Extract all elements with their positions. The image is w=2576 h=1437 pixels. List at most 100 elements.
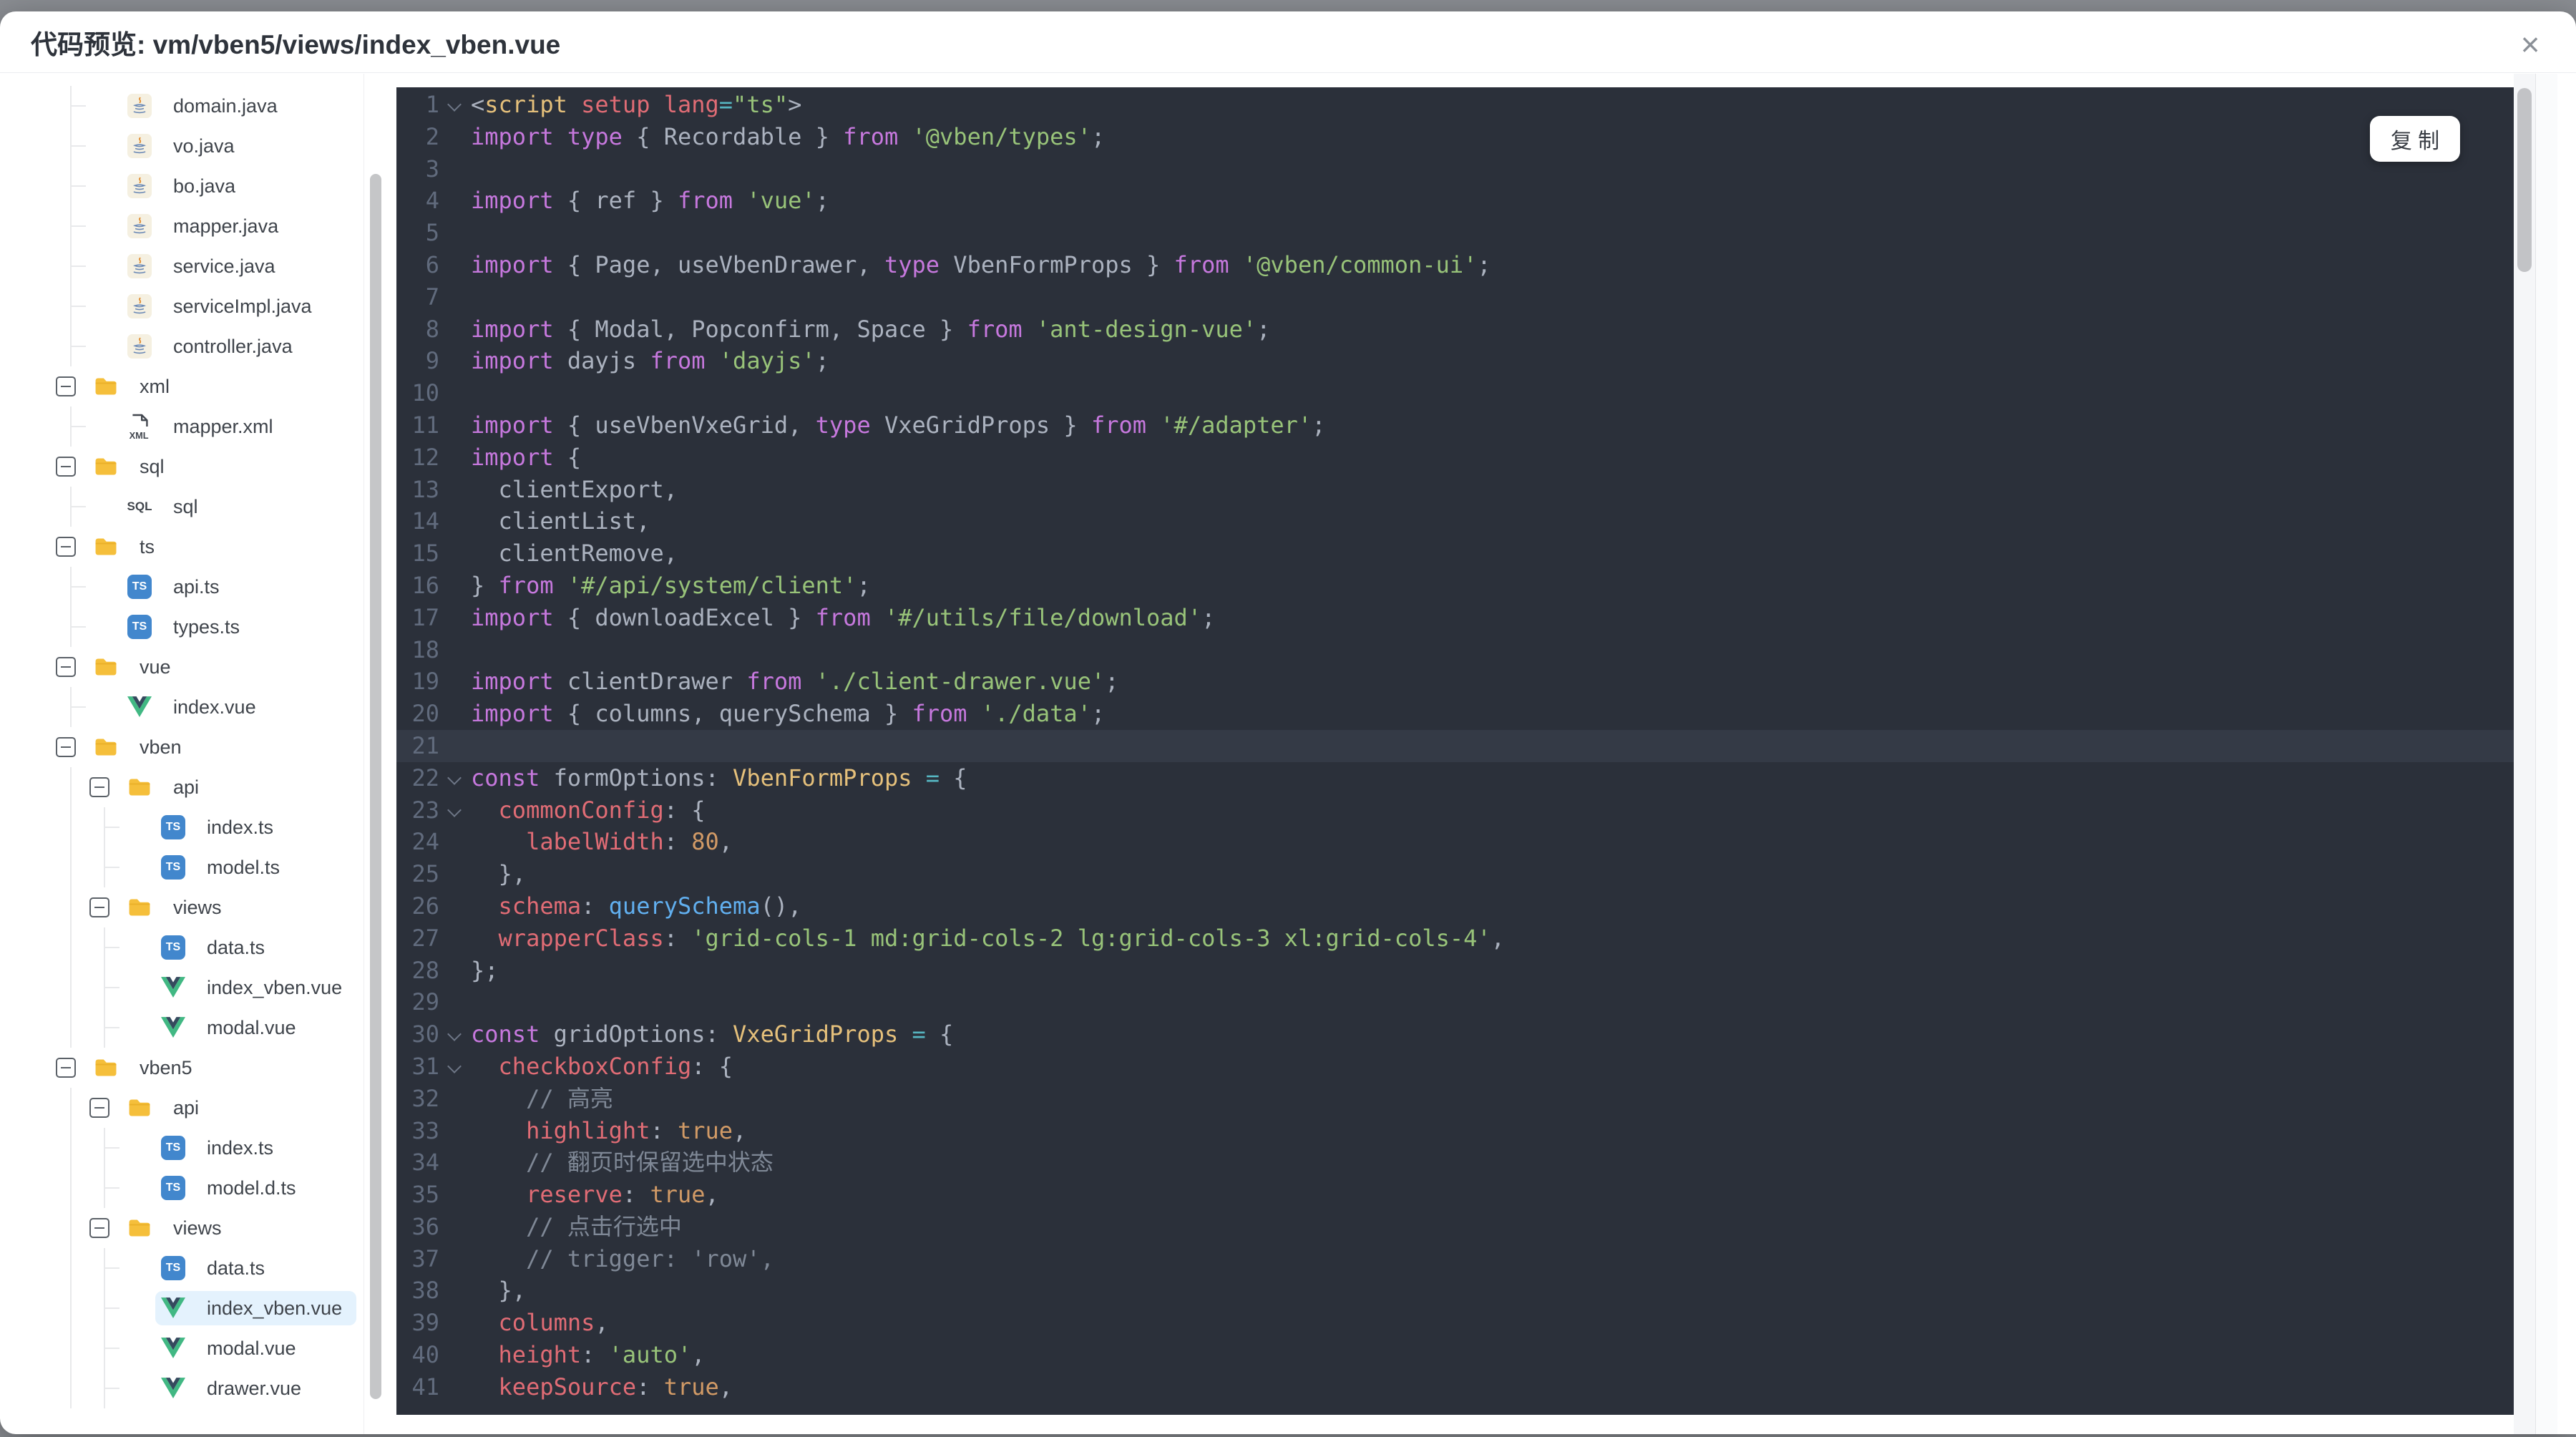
copy-button[interactable]: 复 制	[2370, 116, 2460, 162]
tree-item-index_vben.vue[interactable]: index_vben.vue	[0, 1288, 386, 1328]
line-number: 19	[411, 668, 439, 696]
fold-toggle-icon[interactable]	[439, 1051, 471, 1083]
editor-scrollbar-thumb[interactable]	[2517, 88, 2532, 272]
tree-item-api[interactable]: api	[0, 1088, 386, 1128]
tree-item-index.ts[interactable]: TS index.ts	[0, 1128, 386, 1168]
tree-item-index_vben.vue[interactable]: index_vben.vue	[0, 968, 386, 1008]
tree-item-bo.java[interactable]: bo.java	[0, 166, 386, 206]
line-number: 20	[411, 700, 439, 728]
tree-item-label: index.ts	[207, 816, 274, 838]
tree-item-mapper.java[interactable]: mapper.java	[0, 206, 386, 246]
tree-item-content: ts	[88, 530, 169, 564]
tree-item-serviceImpl.java[interactable]: serviceImpl.java	[0, 286, 386, 326]
tree-guide-line	[89, 1168, 123, 1208]
code-line-8: 8 import { Modal, Popconfirm, Space } fro…	[396, 313, 2514, 346]
tree-item-views[interactable]: views	[0, 1208, 386, 1248]
tree-item-ts[interactable]: ts	[0, 527, 386, 567]
line-number: 27	[411, 924, 439, 952]
line-number: 17	[411, 603, 439, 631]
code-text: import {	[471, 443, 582, 471]
tree-item-vue[interactable]: vue	[0, 647, 386, 687]
tree-item-label: types.ts	[173, 615, 240, 638]
tree-item-content: TS data.ts	[155, 930, 279, 965]
code-text: highlight: true,	[526, 1116, 747, 1144]
collapse-toggle[interactable]	[56, 457, 76, 477]
line-number: 35	[411, 1181, 439, 1209]
collapse-toggle[interactable]	[56, 737, 76, 757]
tree-item-index.vue[interactable]: index.vue	[0, 687, 386, 727]
tree-item-controller.java[interactable]: controller.java	[0, 326, 386, 366]
code-line-4: 4 import { ref } from 'vue';	[396, 185, 2514, 217]
fold-toggle-icon[interactable]	[439, 89, 471, 121]
code-text: },	[471, 860, 527, 888]
java-file-icon	[127, 174, 152, 198]
tree-item-model.d.ts[interactable]: TS model.d.ts	[0, 1168, 386, 1208]
collapse-toggle[interactable]	[56, 376, 76, 396]
tree-item-mapper.xml[interactable]: XML mapper.xml	[0, 406, 386, 447]
code-text: commonConfig: {	[498, 796, 706, 824]
tree-scrollbar[interactable]	[364, 74, 383, 1434]
ts-file-icon: TS	[161, 1256, 185, 1280]
tree-item-model.ts[interactable]: TS model.ts	[0, 847, 386, 887]
code-text: import { columns, querySchema } from './…	[471, 700, 1106, 728]
code-text: checkboxConfig: {	[498, 1052, 733, 1080]
tree-item-api[interactable]: api	[0, 767, 386, 807]
tree-item-vo.java[interactable]: vo.java	[0, 126, 386, 166]
tree-item-data.ts[interactable]: TS data.ts	[0, 1248, 386, 1288]
tree-guide-line	[56, 1368, 89, 1408]
code-line-19: 19 import clientDrawer from './client-dra…	[396, 666, 2514, 698]
tree-item-types.ts[interactable]: TS types.ts	[0, 607, 386, 647]
close-button[interactable]: ×	[2510, 24, 2550, 64]
code-text: import type { Recordable } from '@vben/t…	[471, 122, 1106, 150]
tree-item-api.ts[interactable]: TS api.ts	[0, 567, 386, 607]
tree-item-modal.vue[interactable]: modal.vue	[0, 1008, 386, 1048]
tree-item-label: data.ts	[207, 936, 265, 958]
tree-item-sql[interactable]: sql	[0, 447, 386, 487]
code-line-7: 7	[396, 281, 2514, 313]
collapse-toggle[interactable]	[89, 897, 109, 917]
code-line-11: 11 import { useVbenVxeGrid, type VxeGridP…	[396, 409, 2514, 442]
line-number: 14	[411, 507, 439, 535]
tree-item-service.java[interactable]: service.java	[0, 246, 386, 286]
code-text: import { useVbenVxeGrid, type VxeGridPro…	[471, 411, 1326, 439]
tree-guide-line	[56, 1168, 89, 1208]
code-line-1: 1 <script setup lang="ts">	[396, 89, 2514, 121]
collapse-toggle[interactable]	[89, 1098, 109, 1118]
fold-toggle-icon[interactable]	[439, 794, 471, 827]
tree-item-domain.java[interactable]: domain.java	[0, 86, 386, 126]
fold-toggle-icon[interactable]	[439, 1018, 471, 1051]
code-text: // 高亮	[526, 1084, 613, 1112]
code-line-23: 23 commonConfig: {	[396, 794, 2514, 827]
tree-item-index.ts[interactable]: TS index.ts	[0, 807, 386, 847]
tree-item-label: drawer.vue	[207, 1377, 302, 1399]
folder-icon	[94, 655, 118, 679]
collapse-toggle[interactable]	[56, 657, 76, 677]
tree-guide-line	[56, 968, 89, 1008]
fold-toggle-icon[interactable]	[439, 762, 471, 794]
tree-item-content: index_vben.vue	[155, 970, 356, 1005]
collapse-toggle[interactable]	[89, 777, 109, 797]
tree-item-sql[interactable]: SQL sql	[0, 487, 386, 527]
collapse-toggle[interactable]	[89, 1218, 109, 1238]
tree-item-content: mapper.java	[122, 209, 293, 243]
tree-item-label: vben	[140, 736, 182, 758]
vue-file-icon	[127, 695, 152, 719]
tree-scrollbar-thumb[interactable]	[370, 174, 381, 1399]
file-tree-panel: domain.java vo.java bo.java mapper.java serv…	[0, 74, 386, 1434]
tree-item-xml[interactable]: xml	[0, 366, 386, 406]
tree-item-data.ts[interactable]: TS data.ts	[0, 927, 386, 968]
tree-item-vben[interactable]: vben	[0, 727, 386, 767]
tree-item-views[interactable]: views	[0, 887, 386, 927]
tree-guide-line	[56, 927, 89, 968]
tree-item-modal.vue[interactable]: modal.vue	[0, 1328, 386, 1368]
tree-item-label: mapper.xml	[173, 415, 273, 437]
tree-item-label: serviceImpl.java	[173, 295, 312, 317]
tree-item-vben5[interactable]: vben5	[0, 1048, 386, 1088]
editor-scrollbar[interactable]	[2514, 74, 2536, 1434]
collapse-toggle[interactable]	[56, 1058, 76, 1078]
collapse-toggle[interactable]	[56, 537, 76, 557]
tree-item-drawer.vue[interactable]: drawer.vue	[0, 1368, 386, 1408]
code-line-9: 9 import dayjs from 'dayjs';	[396, 345, 2514, 377]
